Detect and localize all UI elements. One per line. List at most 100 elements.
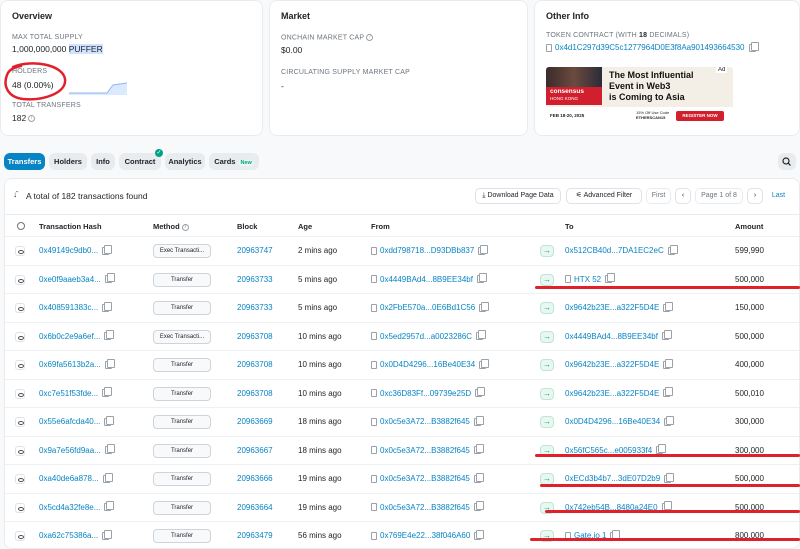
- tab-transfers[interactable]: Transfers: [4, 153, 45, 170]
- from-address[interactable]: 0x0c5e3A72...B3882f645: [371, 437, 484, 464]
- to-address-text[interactable]: 0x9642b23E...a322F5D4E: [565, 360, 659, 369]
- tab-info[interactable]: Info: [91, 153, 115, 170]
- from-address[interactable]: 0x0D4D4296...16Be40E34: [371, 351, 490, 378]
- copy-icon[interactable]: [663, 301, 674, 312]
- copy-icon[interactable]: [473, 444, 484, 455]
- copy-icon[interactable]: [104, 415, 115, 426]
- from-address[interactable]: 0x0c5e3A72...B3882f645: [371, 408, 484, 435]
- to-address-text[interactable]: 0x9642b23E...a322F5D4E: [565, 389, 659, 398]
- from-address-text[interactable]: 0x2FbE570a...0E6Bd1C56: [380, 303, 475, 312]
- from-address[interactable]: 0xc36D83Ff...09739e25D: [371, 380, 486, 407]
- to-address-text[interactable]: 0x512CB40d...7DA1EC2eC: [565, 246, 664, 255]
- to-address[interactable]: 0x56fC565c...e005933f4: [565, 437, 667, 464]
- copy-icon[interactable]: [102, 244, 113, 255]
- copy-icon[interactable]: [664, 472, 675, 483]
- eye-icon[interactable]: [15, 531, 25, 541]
- copy-icon[interactable]: [474, 529, 485, 540]
- tx-hash-link[interactable]: 0x55e6afcda40...: [39, 408, 115, 435]
- copy-icon[interactable]: [473, 415, 484, 426]
- tab-cards[interactable]: Cards New: [209, 153, 259, 170]
- block-link[interactable]: 20963479: [237, 522, 273, 548]
- to-address-text[interactable]: 0x9642b23E...a322F5D4E: [565, 303, 659, 312]
- eye-icon[interactable]: [15, 502, 25, 513]
- copy-icon[interactable]: [663, 358, 674, 369]
- to-address[interactable]: 0x9642b23E...a322F5D4E: [565, 294, 674, 321]
- from-address-text[interactable]: 0xdd798718...D93DBb837: [380, 246, 474, 255]
- copy-icon[interactable]: [104, 330, 115, 341]
- block-link[interactable]: 20963669: [237, 408, 273, 435]
- copy-icon[interactable]: [605, 273, 616, 284]
- ad-cta-button[interactable]: REGISTER NOW: [676, 111, 724, 121]
- from-address-text[interactable]: 0x5ed2957d...a0023286C: [380, 332, 472, 341]
- copy-icon[interactable]: [475, 387, 486, 398]
- info-icon[interactable]: ?: [181, 223, 189, 231]
- next-page-button[interactable]: ›: [747, 188, 763, 204]
- info-icon[interactable]: ?: [366, 34, 374, 41]
- block-link[interactable]: 20963667: [237, 437, 273, 464]
- tx-hash-link[interactable]: 0x6b0c2e9a6ef...: [39, 323, 115, 350]
- block-link[interactable]: 20963666: [237, 465, 273, 492]
- to-address[interactable]: 0x742eb54B...8480a24E0: [565, 494, 672, 521]
- sort-icon[interactable]: ↓̄: [13, 190, 17, 199]
- tx-hash-text[interactable]: 0x6b0c2e9a6ef...: [39, 332, 100, 341]
- from-address-text[interactable]: 0x4449BAd4...8B9EE34bf: [380, 275, 473, 284]
- to-address[interactable]: 0x9642b23E...a322F5D4E: [565, 351, 674, 378]
- copy-icon[interactable]: [104, 273, 115, 284]
- block-link[interactable]: 20963664: [237, 494, 273, 521]
- header-amount[interactable]: Amount: [735, 222, 763, 231]
- block-link[interactable]: 20963708: [237, 323, 273, 350]
- tx-hash-text[interactable]: 0x9a7e56fd9aa...: [39, 446, 101, 455]
- copy-icon[interactable]: [102, 472, 113, 483]
- from-address[interactable]: 0x769E4e22...38f046A60: [371, 522, 485, 548]
- block-link[interactable]: 20963733: [237, 294, 273, 321]
- tx-hash-link[interactable]: 0xc7e51f53fde...: [39, 380, 113, 407]
- from-address-text[interactable]: 0x0D4D4296...16Be40E34: [380, 360, 475, 369]
- to-address[interactable]: 0x0D4D4296...16Be40E34: [565, 408, 675, 435]
- tx-hash-text[interactable]: 0x408591383c...: [39, 303, 98, 312]
- from-address-text[interactable]: 0x0c5e3A72...B3882f645: [380, 417, 470, 426]
- tx-hash-link[interactable]: 0xe0f9aaeb3a4...: [39, 266, 115, 293]
- tx-hash-text[interactable]: 0x49149c9db0...: [39, 246, 98, 255]
- copy-icon[interactable]: [664, 415, 675, 426]
- eye-icon[interactable]: [15, 417, 25, 427]
- from-address[interactable]: 0x0c5e3A72...B3882f645: [371, 494, 484, 521]
- tx-hash-link[interactable]: 0x5cd4a32fe8e...: [39, 494, 115, 521]
- copy-icon[interactable]: [478, 244, 489, 255]
- from-address[interactable]: 0xdd798718...D93DBb837: [371, 237, 489, 264]
- tx-hash-text[interactable]: 0x5cd4a32fe8e...: [39, 503, 100, 512]
- copy-icon[interactable]: [476, 273, 487, 284]
- copy-icon[interactable]: [479, 301, 490, 312]
- tx-hash-link[interactable]: 0xa40de6a878...: [39, 465, 113, 492]
- tx-hash-link[interactable]: 0x408591383c...: [39, 294, 113, 321]
- from-address[interactable]: 0x4449BAd4...8B9EE34bf: [371, 266, 487, 293]
- copy-icon[interactable]: [104, 444, 115, 455]
- copy-icon[interactable]: [102, 387, 113, 398]
- to-address[interactable]: Gate.io 1: [565, 522, 621, 548]
- tx-hash-text[interactable]: 0x69fa5613b2a...: [39, 360, 101, 369]
- to-address[interactable]: 0x9642b23E...a322F5D4E: [565, 380, 674, 407]
- advanced-filter-button[interactable]: ⚟ Advanced Filter: [566, 188, 642, 204]
- from-address-text[interactable]: 0xc36D83Ff...09739e25D: [380, 389, 471, 398]
- tx-hash-text[interactable]: 0xe0f9aaeb3a4...: [39, 275, 101, 284]
- copy-icon[interactable]: [476, 330, 487, 341]
- eye-icon[interactable]: [15, 246, 25, 256]
- tx-hash-link[interactable]: 0xa62c75386a...: [39, 522, 113, 548]
- from-address-text[interactable]: 0x769E4e22...38f046A60: [380, 531, 470, 540]
- ad-banner[interactable]: consensus HONG KONG FEB 18-20, 2025 15% …: [546, 67, 733, 125]
- from-address[interactable]: 0x5ed2957d...a0023286C: [371, 323, 487, 350]
- copy-icon[interactable]: [102, 529, 113, 540]
- to-address[interactable]: 0x4449BAd4...8B9EE34bf: [565, 323, 672, 350]
- copy-icon[interactable]: [663, 387, 674, 398]
- eye-icon[interactable]: [15, 474, 25, 484]
- header-age[interactable]: Age: [298, 222, 312, 231]
- tx-hash-text[interactable]: 0xa62c75386a...: [39, 531, 98, 540]
- tx-hash-link[interactable]: 0x69fa5613b2a...: [39, 351, 115, 378]
- copy-icon[interactable]: [667, 244, 678, 255]
- to-address[interactable]: 0x512CB40d...7DA1EC2eC: [565, 237, 678, 264]
- from-address-text[interactable]: 0x0c5e3A72...B3882f645: [380, 503, 470, 512]
- eye-icon[interactable]: [15, 274, 25, 285]
- tab-analytics[interactable]: Analytics: [165, 153, 205, 170]
- copy-icon[interactable]: [473, 501, 484, 512]
- to-address-text[interactable]: 0xECd3b4b7...3dE07D2b9: [565, 474, 660, 483]
- eye-icon[interactable]: [15, 445, 25, 456]
